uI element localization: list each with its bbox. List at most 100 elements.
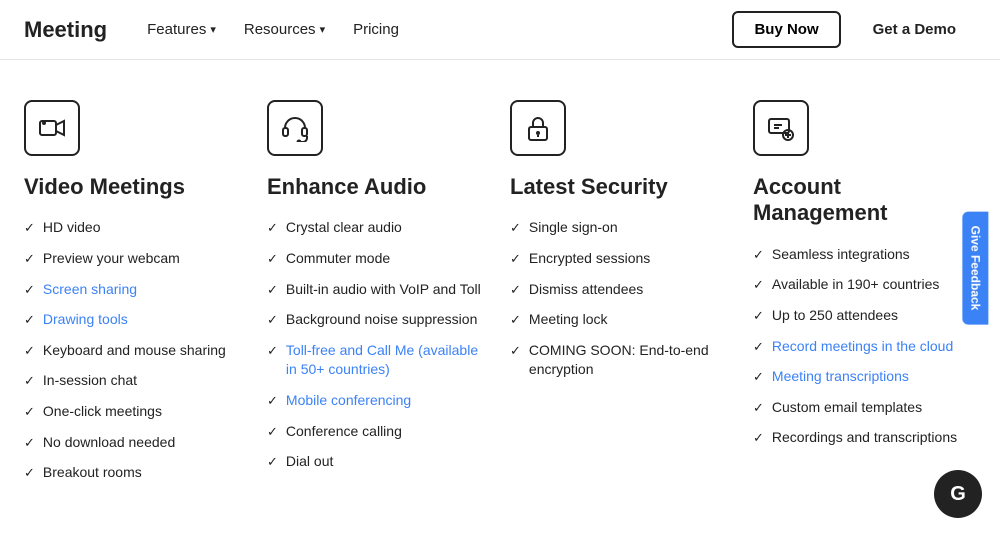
check-icon: ✓ [267,281,278,299]
feature-text: Keyboard and mouse sharing [43,341,226,361]
list-item: ✓ In-session chat [24,371,247,391]
nav-buttons: Buy Now Get a Demo [732,11,976,48]
list-item: ✓ One-click meetings [24,402,247,422]
check-icon: ✓ [753,338,764,356]
check-icon: ✓ [510,281,521,299]
list-item: ✓ Dial out [267,452,490,472]
feature-text: Up to 250 attendees [772,306,898,326]
link-audio-5[interactable]: Mobile conferencing [286,391,411,411]
list-item: ✓No download needed [24,433,247,453]
chevron-down-icon: ▾ [210,23,216,36]
buy-now-button[interactable]: Buy Now [732,11,840,48]
check-icon: ✓ [267,311,278,329]
column-account: Account Management✓Seamless integrations… [753,100,976,494]
check-icon: ✓ [24,403,35,421]
list-item[interactable]: ✓ Mobile conferencing [267,391,490,411]
nav-resources[interactable]: Resources ▾ [244,21,325,38]
feature-text: Encrypted sessions [529,249,650,269]
list-item: ✓ Conference calling [267,422,490,442]
list-item[interactable]: ✓ Record meetings in the cloud [753,337,976,357]
list-item: ✓ Preview your webcam [24,249,247,269]
feature-text: Preview your webcam [43,249,180,269]
list-item: ✓ Custom email templates [753,398,976,418]
check-icon: ✓ [267,453,278,471]
list-item: ✓ Dismiss attendees [510,280,733,300]
check-icon: ✓ [753,368,764,386]
nav-pricing[interactable]: Pricing [353,21,399,38]
check-icon: ✓ [24,311,35,329]
navbar: Meeting Features ▾ Resources ▾ Pricing B… [0,0,1000,60]
feature-text: Commuter mode [286,249,390,269]
check-icon: ✓ [267,342,278,360]
list-item: ✓Crystal clear audio [267,218,490,238]
check-icon: ✓ [510,219,521,237]
check-icon: ✓ [753,399,764,417]
feature-text: Conference calling [286,422,402,442]
check-icon: ✓ [267,250,278,268]
check-icon: ✓ [267,423,278,441]
list-item[interactable]: ✓ Screen sharing [24,280,247,300]
account-feature-list: ✓ Seamless integrations ✓ Available in 190+… [753,245,976,448]
video-icon [24,100,80,156]
list-item: ✓Encrypted sessions [510,249,733,269]
get-demo-button[interactable]: Get a Demo [853,13,976,46]
feature-text: One-click meetings [43,402,162,422]
list-item: ✓ Available in 190+ countries [753,275,976,295]
lock-icon [510,100,566,156]
link-account-3[interactable]: Record meetings in the cloud [772,337,953,357]
list-item: ✓Background noise suppression [267,310,490,330]
check-icon: ✓ [24,434,35,452]
video-title: Video Meetings [24,174,247,200]
list-item[interactable]: ✓ Toll-free and Call Me (available in 50+… [267,341,490,380]
list-item: ✓ Keyboard and mouse sharing [24,341,247,361]
link-audio-4[interactable]: Toll-free and Call Me (available in 50+ … [286,341,490,380]
audio-feature-list: ✓Crystal clear audio✓Commuter mode✓Built… [267,218,490,471]
security-title: Latest Security [510,174,733,200]
link-video-3[interactable]: Drawing tools [43,310,128,330]
nav-links: Features ▾ Resources ▾ Pricing [147,21,732,38]
check-icon: ✓ [24,464,35,482]
check-icon: ✓ [753,276,764,294]
check-icon: ✓ [24,281,35,299]
column-security: Latest Security✓Single sign-on✓Encrypted… [510,100,733,494]
list-item: ✓ Commuter mode [267,249,490,269]
grammarly-button[interactable]: G [934,470,982,518]
list-item: ✓HD video [24,218,247,238]
feature-text: Recordings and transcriptions [772,428,957,448]
link-video-2[interactable]: Screen sharing [43,280,137,300]
feature-text: Breakout rooms [43,463,142,483]
check-icon: ✓ [510,342,521,360]
feature-text: HD video [43,218,101,238]
check-icon: ✓ [24,342,35,360]
list-item[interactable]: ✓ Drawing tools [24,310,247,330]
feature-text: Single sign-on [529,218,618,238]
link-account-4[interactable]: Meeting transcriptions [772,367,909,387]
feedback-tab[interactable]: Give Feedback [963,212,989,325]
security-feature-list: ✓Single sign-on✓Encrypted sessions✓Dismi… [510,218,733,380]
check-icon: ✓ [24,250,35,268]
headset-icon [267,100,323,156]
feature-text: Seamless integrations [772,245,910,265]
feature-text: Dial out [286,452,333,472]
feature-text: Available in 190+ countries [772,275,939,295]
list-item: ✓Up to 250 attendees [753,306,976,326]
list-item: ✓Meeting lock [510,310,733,330]
feature-text: In-session chat [43,371,137,391]
check-icon: ✓ [753,246,764,264]
check-icon: ✓ [267,392,278,410]
list-item: ✓ Breakout rooms [24,463,247,483]
check-icon: ✓ [24,372,35,390]
check-icon: ✓ [267,219,278,237]
logo[interactable]: Meeting [24,17,107,43]
feature-text: Custom email templates [772,398,922,418]
column-audio: Enhance Audio✓Crystal clear audio✓Commut… [267,100,490,494]
list-item: ✓Recordings and transcriptions [753,428,976,448]
nav-features[interactable]: Features ▾ [147,21,216,38]
video-feature-list: ✓HD video✓Preview your webcam✓Screen sha… [24,218,247,482]
list-item[interactable]: ✓ Meeting transcriptions [753,367,976,387]
feature-text: Dismiss attendees [529,280,643,300]
list-item: ✓Built-in audio with VoIP and Toll [267,280,490,300]
list-item: ✓ Single sign-on [510,218,733,238]
account-icon [753,100,809,156]
column-video: Video Meetings✓HD video✓Preview your web… [24,100,247,494]
